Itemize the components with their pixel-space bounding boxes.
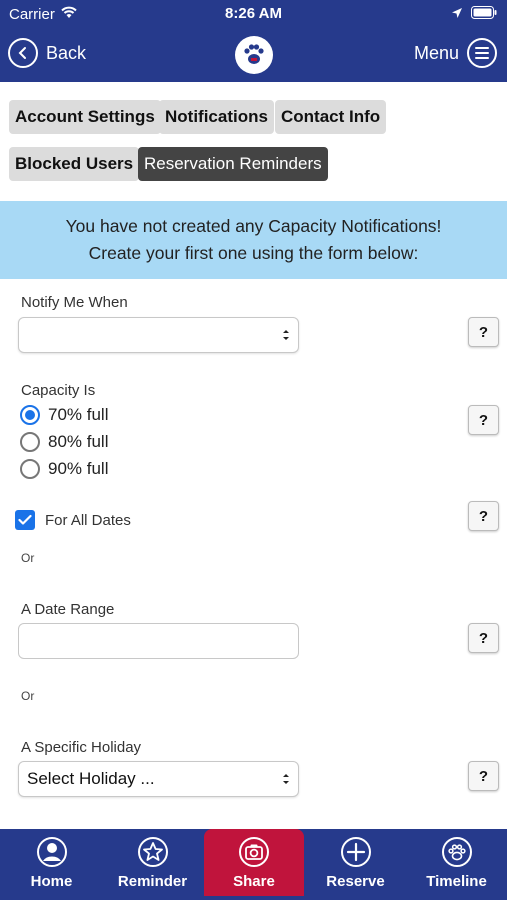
bottom-tab-home[interactable]: Home [1,829,102,900]
banner-line-1: You have not created any Capacity Notifi… [65,216,442,236]
location-arrow-icon [451,6,463,23]
notify-label: Notify Me When [21,294,128,311]
date-range-label: A Date Range [21,601,115,618]
holiday-select-value: Select Holiday ... [27,769,155,788]
user-circle-icon [36,836,68,868]
radio-checked-icon [20,405,40,425]
back-arrow-icon [8,38,38,68]
tab-blocked-users[interactable]: Blocked Users [9,147,140,181]
date-range-input[interactable] [18,623,299,659]
menu-hamburger-icon [467,38,497,68]
holiday-label: A Specific Holiday [21,739,142,756]
capacity-option-90[interactable]: 90% full [20,459,108,479]
bottom-tab-label: Reserve [326,873,385,890]
plus-circle-icon [340,836,372,868]
tab-contact-info[interactable]: Contact Info [275,100,387,134]
tab-account-settings[interactable]: Account Settings [9,100,161,134]
status-time: 8:26 AM [225,5,282,22]
all-dates-help-button[interactable]: ? [468,501,499,531]
back-button[interactable]: Back [8,38,86,68]
nav-bar: Back Menu [0,28,507,82]
holiday-help-button[interactable]: ? [468,761,499,791]
paw-circle-icon [441,836,473,868]
radio-unchecked-icon [20,459,40,479]
capacity-help-button[interactable]: ? [468,405,499,435]
menu-button[interactable]: Menu [414,38,497,68]
notify-help-button[interactable]: ? [468,317,499,347]
app-logo [235,36,273,74]
bottom-tab-reminder[interactable]: Reminder [102,829,203,900]
bottom-tab-share[interactable]: Share [204,829,304,896]
capacity-option-70[interactable]: 70% full [20,405,108,425]
all-dates-checkbox[interactable]: For All Dates [15,510,131,530]
bottom-tab-reserve[interactable]: Reserve [305,829,406,900]
capacity-option-label: 90% full [48,459,109,478]
bottom-tab-timeline[interactable]: Timeline [406,829,507,900]
status-bar: Carrier 8:26 AM [0,0,507,28]
notify-select[interactable] [18,317,299,353]
radio-unchecked-icon [20,432,40,452]
tab-notifications[interactable]: Notifications [159,100,274,134]
capacity-option-label: 70% full [48,405,109,424]
capacity-option-label: 80% full [48,432,109,451]
camera-icon [238,836,270,868]
status-right [451,6,497,23]
bottom-tab-label: Reminder [117,873,188,890]
bottom-tab-label: Timeline [426,873,487,890]
holiday-select[interactable]: Select Holiday ... [18,761,299,797]
bottom-tab-bar: Home Reminder Share Reserve Timeline [0,829,507,900]
battery-icon [471,6,497,23]
capacity-option-80[interactable]: 80% full [20,432,108,452]
or-separator: Or [21,689,35,703]
capacity-label: Capacity Is [21,382,96,399]
back-label: Back [46,42,87,63]
tab-reservation-reminders[interactable]: Reservation Reminders [138,147,328,181]
checkmark-icon [15,510,35,530]
all-dates-label: For All Dates [45,511,131,529]
star-circle-icon [137,836,169,868]
or-separator: Or [21,551,35,565]
empty-state-banner: You have not created any Capacity Notifi… [0,201,507,279]
select-chevrons-icon [283,774,289,784]
select-chevrons-icon [283,330,289,340]
date-range-help-button[interactable]: ? [468,623,499,653]
bottom-tab-label: Share [233,873,275,890]
bottom-tab-label: Home [30,873,73,890]
menu-label: Menu [413,42,459,63]
banner-line-2: Create your first one using the form bel… [88,243,419,263]
